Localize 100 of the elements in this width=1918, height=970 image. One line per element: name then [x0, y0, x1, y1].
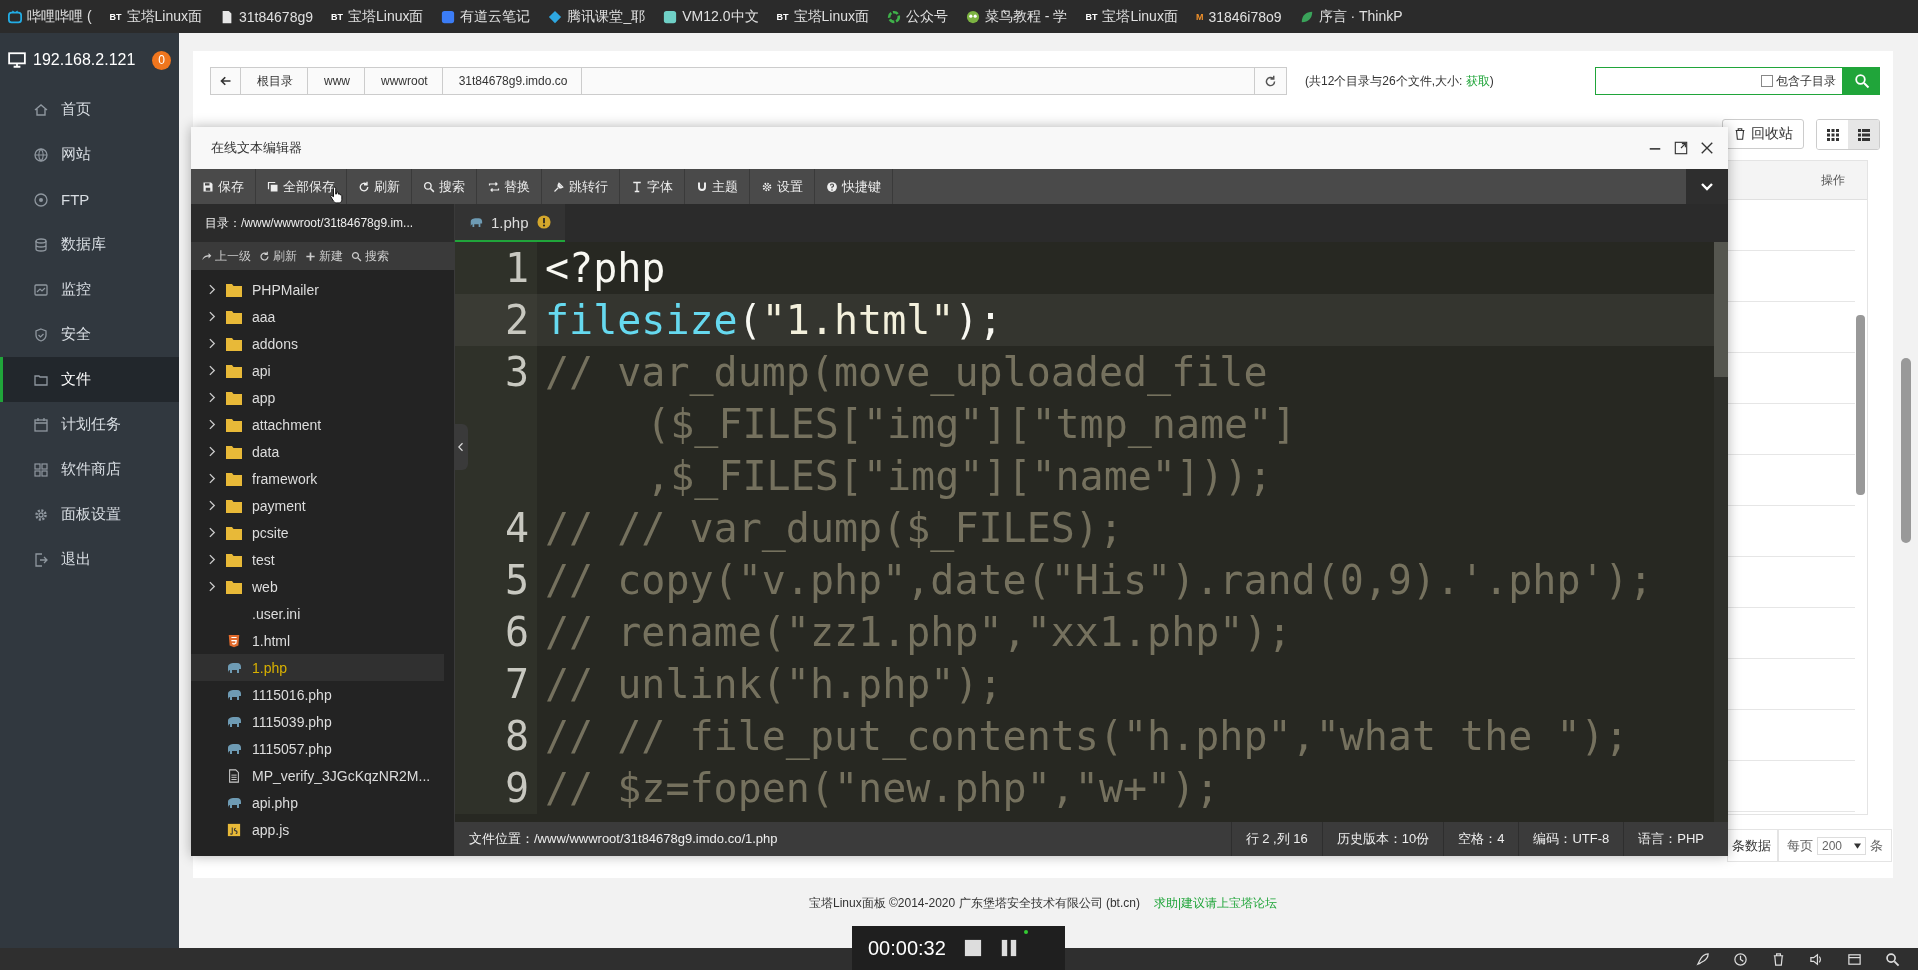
sidebar-item[interactable]: 计划任务: [0, 402, 179, 447]
search-icon[interactable]: [1885, 951, 1900, 967]
folder-icon: [226, 471, 242, 486]
scrollbar[interactable]: [1714, 242, 1728, 377]
stop-icon[interactable]: [963, 939, 982, 957]
chevron-icon: [209, 284, 216, 295]
file-tree-item[interactable]: payment: [191, 492, 444, 519]
sidebar-item[interactable]: 网站: [0, 132, 179, 177]
file-tree-item[interactable]: 1115057.php: [191, 735, 444, 762]
disc-icon: [33, 191, 49, 208]
chevron-icon: [209, 527, 216, 538]
file-tree-item[interactable]: .user.ini: [191, 600, 444, 627]
sidebar-item[interactable]: 数据库: [0, 222, 179, 267]
refresh-icon: [358, 180, 370, 193]
bookmark[interactable]: 有道云笔记: [441, 7, 531, 26]
file-tree-item[interactable]: test: [191, 546, 444, 573]
search-field[interactable]: 包含子目录: [1595, 67, 1843, 95]
tree-toolbar-button[interactable]: 上一级: [201, 247, 251, 265]
bookmark[interactable]: BT 宝塔Linux面: [109, 7, 203, 26]
scrollbar[interactable]: [1856, 315, 1865, 495]
line-number: 8: [455, 710, 537, 762]
breadcrumb-item[interactable]: www: [308, 68, 365, 94]
line-number: 9: [455, 762, 537, 814]
file-tree-item[interactable]: 1115016.php: [191, 681, 444, 708]
file-tree-item[interactable]: web: [191, 573, 444, 600]
html5-icon: [226, 633, 242, 648]
file-tree-item[interactable]: 1.html: [191, 627, 444, 654]
include-subdirectories-checkbox[interactable]: 包含子目录: [1761, 72, 1842, 90]
collapse-handle[interactable]: [454, 424, 468, 470]
code-editor[interactable]: [455, 242, 1728, 822]
sidebar-item[interactable]: 面板设置: [0, 492, 179, 537]
chevron-icon: [209, 473, 216, 484]
sidebar-item[interactable]: 监控: [0, 267, 179, 312]
tree-toolbar-button[interactable]: 刷新: [259, 247, 297, 265]
file-tree-item[interactable]: api.php: [191, 789, 444, 816]
file-tree-item[interactable]: 1115039.php: [191, 708, 444, 735]
shield-icon: [33, 326, 49, 343]
bookmark[interactable]: 哔哩哔哩 (: [8, 7, 92, 26]
file-tree-item[interactable]: app: [191, 384, 444, 411]
breadcrumb-item[interactable]: wwwroot: [365, 68, 443, 94]
file-tree-item[interactable]: data: [191, 438, 444, 465]
collapse-button[interactable]: [1686, 169, 1728, 204]
sidebar-item[interactable]: FTP: [0, 177, 179, 222]
bookmark[interactable]: 腾讯课堂_耶: [548, 7, 646, 26]
bookmark[interactable]: VM12.0中文: [663, 7, 759, 26]
trash-icon[interactable]: [1771, 951, 1786, 967]
bookmark[interactable]: BT 宝塔Linux面: [331, 7, 424, 26]
file-tree-item[interactable]: MP_verify_3JGcKqzNR2M...: [191, 762, 444, 789]
pause-icon[interactable]: [999, 939, 1018, 957]
chevron-icon: [209, 311, 216, 322]
page-size-select[interactable]: 200: [1816, 836, 1866, 855]
window-icon[interactable]: [1847, 951, 1862, 967]
file-tree-item[interactable]: addons: [191, 330, 444, 357]
swap-icon: [488, 180, 500, 193]
recycle-bin-button[interactable]: 回收站: [1722, 119, 1804, 149]
file-path: 文件位置：/www/wwwroot/31t84678g9.imdo.co/1.php: [469, 830, 778, 848]
bookmark[interactable]: BT 宝塔Linux面: [776, 7, 869, 26]
bookmark[interactable]: 序言 · ThinkP: [1299, 7, 1403, 26]
bookmark[interactable]: M 31846i78o9: [1195, 8, 1282, 25]
file-tree-item[interactable]: aaa: [191, 303, 444, 330]
bookmark[interactable]: 31t84678g9: [220, 8, 313, 25]
file-tree-item[interactable]: pcsite: [191, 519, 444, 546]
breadcrumb-item[interactable]: 31t84678g9.imdo.co: [442, 68, 583, 94]
breadcrumb-item[interactable]: 根目录: [241, 68, 308, 94]
tree-toolbar-button[interactable]: 新建: [305, 247, 343, 265]
chevron-icon: [209, 419, 216, 430]
clock-icon[interactable]: [1733, 951, 1748, 967]
list-view-button[interactable]: [1848, 120, 1879, 149]
file-tree-item[interactable]: PHPMailer: [191, 276, 444, 303]
chevron-icon: [209, 338, 216, 349]
code-line: <?php: [545, 245, 666, 291]
bookmark[interactable]: 菜鸟教程 - 学: [966, 7, 1068, 26]
refresh-icon: [1264, 74, 1277, 88]
file-tree-item[interactable]: attachment: [191, 411, 444, 438]
file-tree-item[interactable]: 1.php: [191, 654, 444, 681]
sidebar-item[interactable]: 安全: [0, 312, 179, 357]
javascript-file-icon: [226, 822, 242, 837]
maximize-icon[interactable]: [1674, 141, 1688, 155]
file-tree-item[interactable]: framework: [191, 465, 444, 492]
sidebar-item[interactable]: 文件: [0, 357, 179, 402]
bookmark[interactable]: BT 宝塔Linux面: [1085, 7, 1178, 26]
exit-icon: [33, 551, 49, 568]
close-icon[interactable]: [1700, 141, 1714, 155]
file-tab[interactable]: 1.php: [455, 204, 565, 242]
search-icon: [423, 180, 435, 193]
search-button[interactable]: [1843, 67, 1880, 95]
trash-icon: [1733, 127, 1747, 141]
speaker-icon[interactable]: [1809, 951, 1824, 967]
tree-toolbar-button[interactable]: 搜索: [351, 247, 389, 265]
recording-timer: 00:00:32: [868, 936, 946, 960]
status-item: 行 2 ,列 16: [1230, 822, 1322, 856]
scrollbar[interactable]: [1901, 358, 1911, 543]
file-tree-item[interactable]: app.js: [191, 816, 444, 843]
file-tree-item[interactable]: api: [191, 357, 444, 384]
sidebar-item[interactable]: 首页: [0, 87, 179, 132]
code-line: // copy("v.php",date("His").rand(0,9).'.php');: [545, 557, 1653, 603]
bookmark[interactable]: 公众号: [887, 7, 948, 26]
sidebar-item[interactable]: 退出: [0, 537, 179, 582]
site-icon: BT: [776, 11, 789, 22]
sidebar-item[interactable]: 软件商店: [0, 447, 179, 492]
